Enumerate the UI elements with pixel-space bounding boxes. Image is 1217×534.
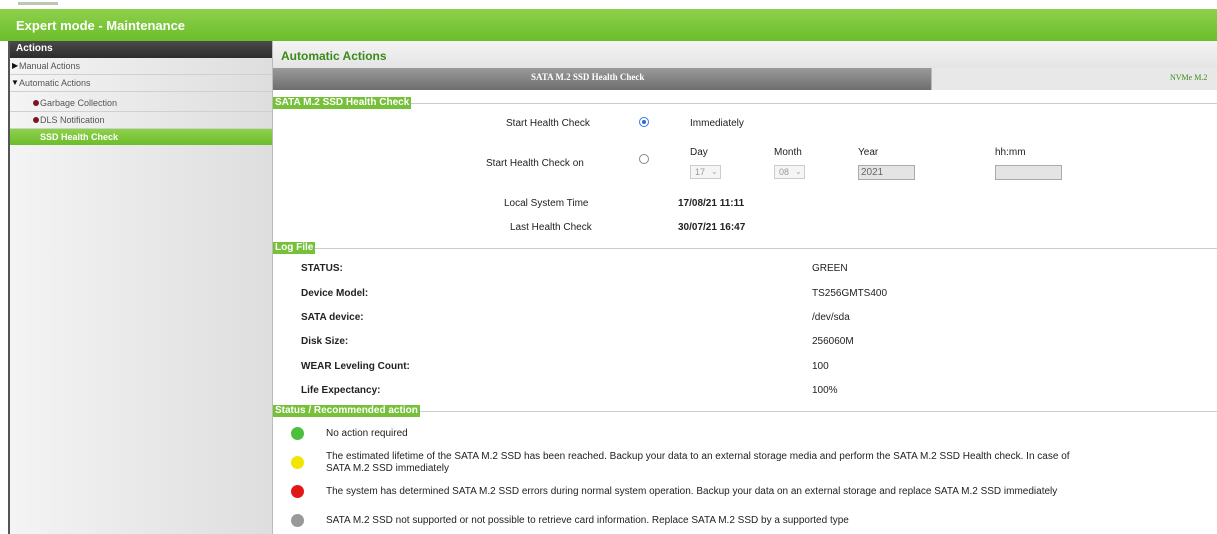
log-value-sata-device: /dev/sda (812, 312, 850, 323)
chevron-down-icon: ⌄ (795, 167, 802, 176)
log-file-section-header: Log File (273, 242, 1217, 254)
sidebar-item-label: Automatic Actions (19, 78, 91, 88)
log-value-life-expectancy: 100% (812, 385, 838, 396)
section-title: Log File (273, 242, 316, 254)
year-label: Year (858, 147, 879, 158)
log-value-wear-leveling: 100 (812, 361, 829, 372)
month-value: 08 (779, 167, 790, 177)
status-section-header: Status / Recommended action (273, 405, 1217, 417)
section-title: SATA M.2 SSD Health Check (273, 97, 412, 109)
immediately-label: Immediately (690, 118, 744, 129)
sidebar-item-label: DLS Notification (40, 115, 105, 125)
sidebar-header-label: Actions (16, 43, 53, 54)
red-status-dot-icon (291, 485, 304, 498)
status-text-yellow-line2: SATA M.2 SSD immediately (326, 463, 449, 474)
tab-label: NVMe M.2 (1170, 73, 1208, 82)
section-divider (273, 248, 1217, 249)
local-system-time-label: Local System Time (504, 198, 589, 209)
title-bar: Expert mode - Maintenance (0, 9, 1217, 41)
bullet-icon (33, 100, 39, 106)
day-select[interactable]: 17 ⌄ (690, 165, 721, 179)
start-health-check-on-label: Start Health Check on (486, 158, 584, 169)
sidebar-header: Actions (10, 41, 272, 58)
triangle-right-icon: ▶ (12, 61, 19, 70)
section-title: Status / Recommended action (273, 405, 420, 417)
log-value-status: GREEN (812, 263, 848, 274)
main-header: Automatic Actions (273, 41, 1217, 68)
month-label: Month (774, 147, 802, 158)
tab-label: SATA M.2 SSD Health Check (531, 72, 645, 82)
green-status-dot-icon (291, 427, 304, 440)
time-input[interactable] (995, 165, 1062, 180)
month-select[interactable]: 08 ⌄ (774, 165, 805, 179)
log-value-disk-size: 256060M (812, 336, 854, 347)
sidebar-item-manual-actions[interactable]: ▶ Manual Actions (10, 58, 272, 75)
main-panel: Automatic Actions SATA M.2 SSD Health Ch… (273, 41, 1217, 534)
year-input[interactable]: 2021 (858, 165, 915, 180)
tab-sata-health-check[interactable]: SATA M.2 SSD Health Check (273, 68, 931, 90)
day-value: 17 (695, 167, 706, 177)
window-title: Expert mode - Maintenance (16, 18, 186, 33)
log-label-disk-size: Disk Size: (301, 336, 349, 347)
immediately-radio[interactable] (639, 117, 649, 127)
status-text-yellow: The estimated lifetime of the SATA M.2 S… (326, 451, 1070, 462)
status-text-red: The system has determined SATA M.2 SSD e… (326, 486, 1058, 497)
last-health-check-value: 30/07/21 16:47 (678, 222, 746, 233)
chevron-down-icon: ⌄ (711, 167, 718, 176)
log-label-life-expectancy: Life Expectancy: (301, 385, 381, 396)
last-health-check-label: Last Health Check (510, 222, 592, 233)
day-label: Day (690, 147, 708, 158)
triangle-down-icon: ▼ (11, 78, 19, 87)
status-text-gray: SATA M.2 SSD not supported or not possib… (326, 515, 849, 526)
health-check-section-header: SATA M.2 SSD Health Check (273, 97, 1217, 109)
log-label-status: STATUS: (301, 263, 343, 274)
main-title: Automatic Actions (281, 49, 387, 63)
sidebar-item-garbage-collection[interactable]: Garbage Collection (10, 95, 272, 112)
log-label-device-model: Device Model: (301, 288, 369, 299)
log-label-sata-device: SATA device: (301, 312, 364, 323)
sidebar-item-label: SSD Health Check (40, 132, 119, 142)
log-value-device-model: TS256GMTS400 (812, 288, 888, 299)
bullet-icon (33, 117, 39, 123)
local-system-time-value: 17/08/21 11:11 (678, 198, 745, 209)
yellow-status-dot-icon (291, 456, 304, 469)
start-health-check-label: Start Health Check (506, 118, 590, 129)
log-label-wear-leveling: WEAR Leveling Count: (301, 361, 410, 372)
section-divider (273, 103, 1217, 104)
top-strip (0, 0, 1217, 9)
tab-nvme[interactable]: NVMe M.2 (931, 68, 1217, 90)
sidebar-item-label: Garbage Collection (40, 98, 118, 108)
status-text-green: No action required (326, 428, 408, 439)
sidebar-item-label: Manual Actions (19, 61, 81, 71)
sidebar: Actions ▶ Manual Actions ▼ Automatic Act… (10, 41, 273, 534)
top-strip-mark (18, 2, 58, 5)
sidebar-item-automatic-actions[interactable]: ▼ Automatic Actions (10, 75, 272, 92)
schedule-radio[interactable] (639, 154, 649, 164)
sidebar-item-ssd-health-check[interactable]: SSD Health Check (10, 129, 272, 145)
gray-status-dot-icon (291, 514, 304, 527)
sidebar-item-dls-notification[interactable]: DLS Notification (10, 112, 272, 129)
time-label: hh:mm (995, 147, 1026, 158)
